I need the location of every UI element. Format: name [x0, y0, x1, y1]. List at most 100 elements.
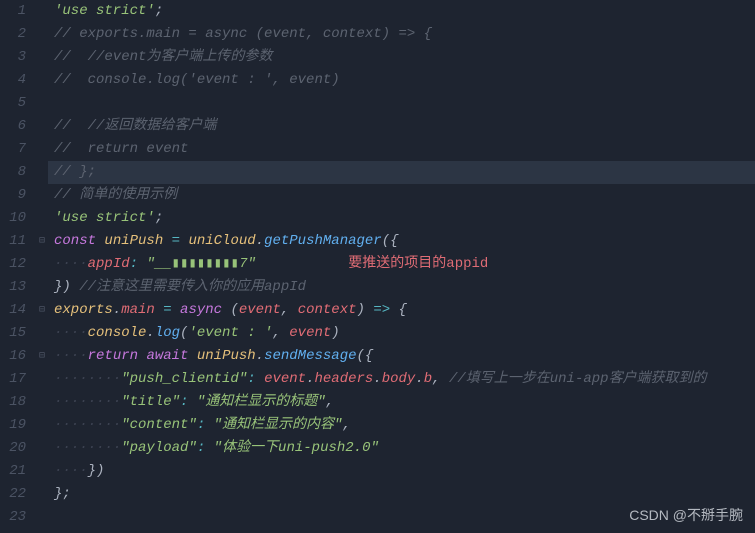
line-number-gutter: 1234567891011121314151617181920212223 — [0, 0, 36, 529]
code-line[interactable]: // }; — [48, 161, 755, 184]
token: 返回数据给客户端 — [104, 118, 216, 134]
token: . — [256, 233, 264, 249]
code-line[interactable]: ········"title": "通知栏显示的标题", — [48, 391, 755, 414]
token: "content" — [121, 417, 197, 433]
line-number: 21 — [0, 460, 26, 483]
fold-spacer — [36, 184, 48, 207]
line-number: 8 — [0, 161, 26, 184]
code-line[interactable]: // //返回数据给客户端 — [48, 115, 755, 138]
code-line[interactable]: // //event为客户端上传的参数 — [48, 46, 755, 69]
token: : — [130, 256, 138, 272]
code-line[interactable]: ········"content": "通知栏显示的内容", — [48, 414, 755, 437]
token: ( — [222, 302, 239, 318]
code-line[interactable]: const uniPush = uniCloud.getPushManager(… — [48, 230, 755, 253]
fold-spacer — [36, 207, 48, 230]
line-number: 12 — [0, 253, 26, 276]
token: headers — [314, 371, 373, 387]
token: . — [256, 348, 264, 364]
fold-toggle-icon[interactable]: ⊟ — [36, 299, 48, 322]
token: ········ — [54, 417, 121, 433]
code-line[interactable]: 'use strict'; — [48, 207, 755, 230]
fold-spacer — [36, 368, 48, 391]
token: log — [155, 325, 180, 341]
code-line[interactable]: }; — [48, 483, 755, 506]
token: . — [373, 371, 381, 387]
code-line[interactable]: // exports.main = async (event, context)… — [48, 23, 755, 46]
token — [256, 371, 264, 387]
fold-toggle-icon[interactable]: ⊟ — [36, 230, 48, 253]
line-number: 22 — [0, 483, 26, 506]
code-area[interactable]: 'use strict';// exports.main = async (ev… — [48, 0, 755, 529]
code-line[interactable] — [48, 92, 755, 115]
token: "title" — [121, 394, 180, 410]
token: , — [326, 394, 334, 410]
token: // return event — [54, 141, 188, 157]
fold-spacer — [36, 414, 48, 437]
token: async — [180, 302, 222, 318]
token: await — [146, 348, 188, 364]
token: // // — [54, 118, 104, 134]
code-line[interactable]: ····console.log('event : ', event) — [48, 322, 755, 345]
token: . — [415, 371, 423, 387]
token: appId — [88, 256, 130, 272]
token — [163, 233, 171, 249]
watermark-text: CSDN @不掰手腕 — [629, 505, 743, 525]
fold-toggle-icon[interactable]: ⊟ — [36, 345, 48, 368]
token: , — [272, 325, 289, 341]
code-line[interactable]: ····}) — [48, 460, 755, 483]
token: uni-app — [550, 371, 609, 387]
token: body — [382, 371, 416, 387]
token: : — [197, 417, 205, 433]
code-line[interactable]: 'use strict'; — [48, 0, 755, 23]
fold-spacer — [36, 138, 48, 161]
token: ) — [331, 325, 339, 341]
token: uniPush — [197, 348, 256, 364]
token: "push_clientid" — [121, 371, 247, 387]
fold-spacer — [36, 322, 48, 345]
token: }) — [88, 463, 105, 479]
token: event — [264, 371, 306, 387]
code-line[interactable]: ····appId: "__▮▮▮▮▮▮▮▮7" 要推送的项目的appid — [48, 253, 755, 276]
token: console — [88, 325, 147, 341]
line-number: 9 — [0, 184, 26, 207]
code-line[interactable]: ········"push_clientid": event.headers.b… — [48, 368, 755, 391]
token — [155, 302, 163, 318]
token: b — [424, 371, 432, 387]
code-line[interactable]: ········"payload": "体验一下uni-push2.0" — [48, 437, 755, 460]
token: "通知栏显示的内容" — [214, 417, 343, 433]
token: ········ — [54, 394, 121, 410]
line-number: 13 — [0, 276, 26, 299]
code-line[interactable]: // return event — [48, 138, 755, 161]
line-number: 20 — [0, 437, 26, 460]
fold-spacer — [36, 506, 48, 529]
code-line[interactable]: exports.main = async (event, context) =>… — [48, 299, 755, 322]
token — [205, 440, 213, 456]
token — [205, 417, 213, 433]
token: uniPush — [104, 233, 163, 249]
fold-column[interactable]: ⊟ ⊟ ⊟ — [36, 0, 48, 529]
line-number: 10 — [0, 207, 26, 230]
code-line[interactable]: }) //注意这里需要传入你的应用appId — [48, 276, 755, 299]
line-number: 1 — [0, 0, 26, 23]
token: appId — [264, 279, 306, 295]
token: : — [247, 371, 255, 387]
token: ; — [155, 3, 163, 19]
code-line[interactable]: ····return await uniPush.sendMessage({ — [48, 345, 755, 368]
line-number: 6 — [0, 115, 26, 138]
code-line[interactable]: // 简单的使用示例 — [48, 184, 755, 207]
token: , — [432, 371, 449, 387]
line-number: 19 — [0, 414, 26, 437]
token: }) — [54, 279, 79, 295]
code-line[interactable]: // console.log('event : ', event) — [48, 69, 755, 92]
token: => — [373, 302, 390, 318]
token: main — [121, 302, 155, 318]
token: // console.log('event : ', event) — [54, 72, 340, 88]
token: ···· — [54, 256, 88, 272]
line-number: 2 — [0, 23, 26, 46]
code-editor[interactable]: 1234567891011121314151617181920212223 ⊟⊟… — [0, 0, 755, 529]
token: = — [163, 302, 171, 318]
fold-spacer — [36, 46, 48, 69]
fold-spacer — [36, 483, 48, 506]
token: // //event — [54, 49, 146, 65]
line-number: 7 — [0, 138, 26, 161]
